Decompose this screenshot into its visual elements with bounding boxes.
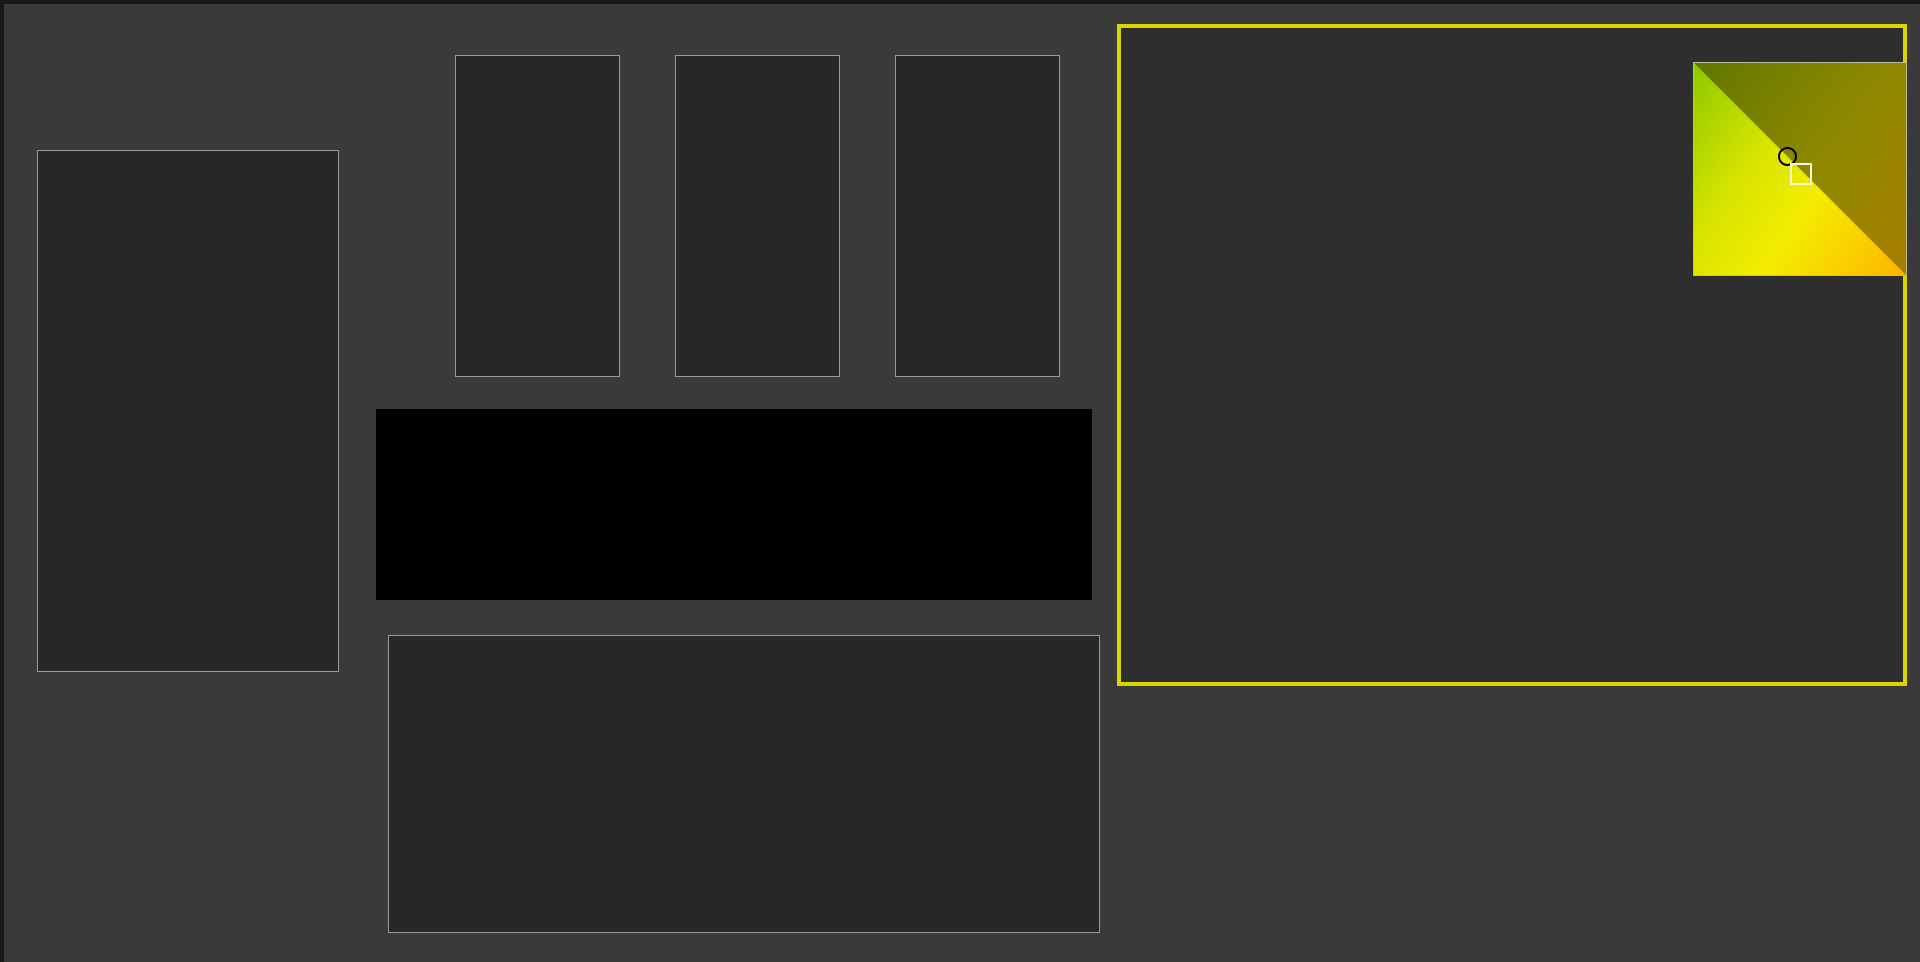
deltae-chart <box>388 635 1100 933</box>
calibration-report <box>0 0 1920 962</box>
delta-c-chart <box>675 55 840 377</box>
delta-h-chart <box>895 55 1060 377</box>
cie-zoom-inset <box>1693 62 1907 276</box>
cie-1931-panel <box>1117 24 1907 686</box>
window-edge-left <box>0 0 4 962</box>
color-swatch-panel <box>376 409 1092 600</box>
rgb-balance-chart <box>37 150 339 672</box>
delta-l-chart <box>455 55 620 377</box>
inset-target-square <box>1790 163 1812 185</box>
window-edge-top <box>0 0 1920 4</box>
